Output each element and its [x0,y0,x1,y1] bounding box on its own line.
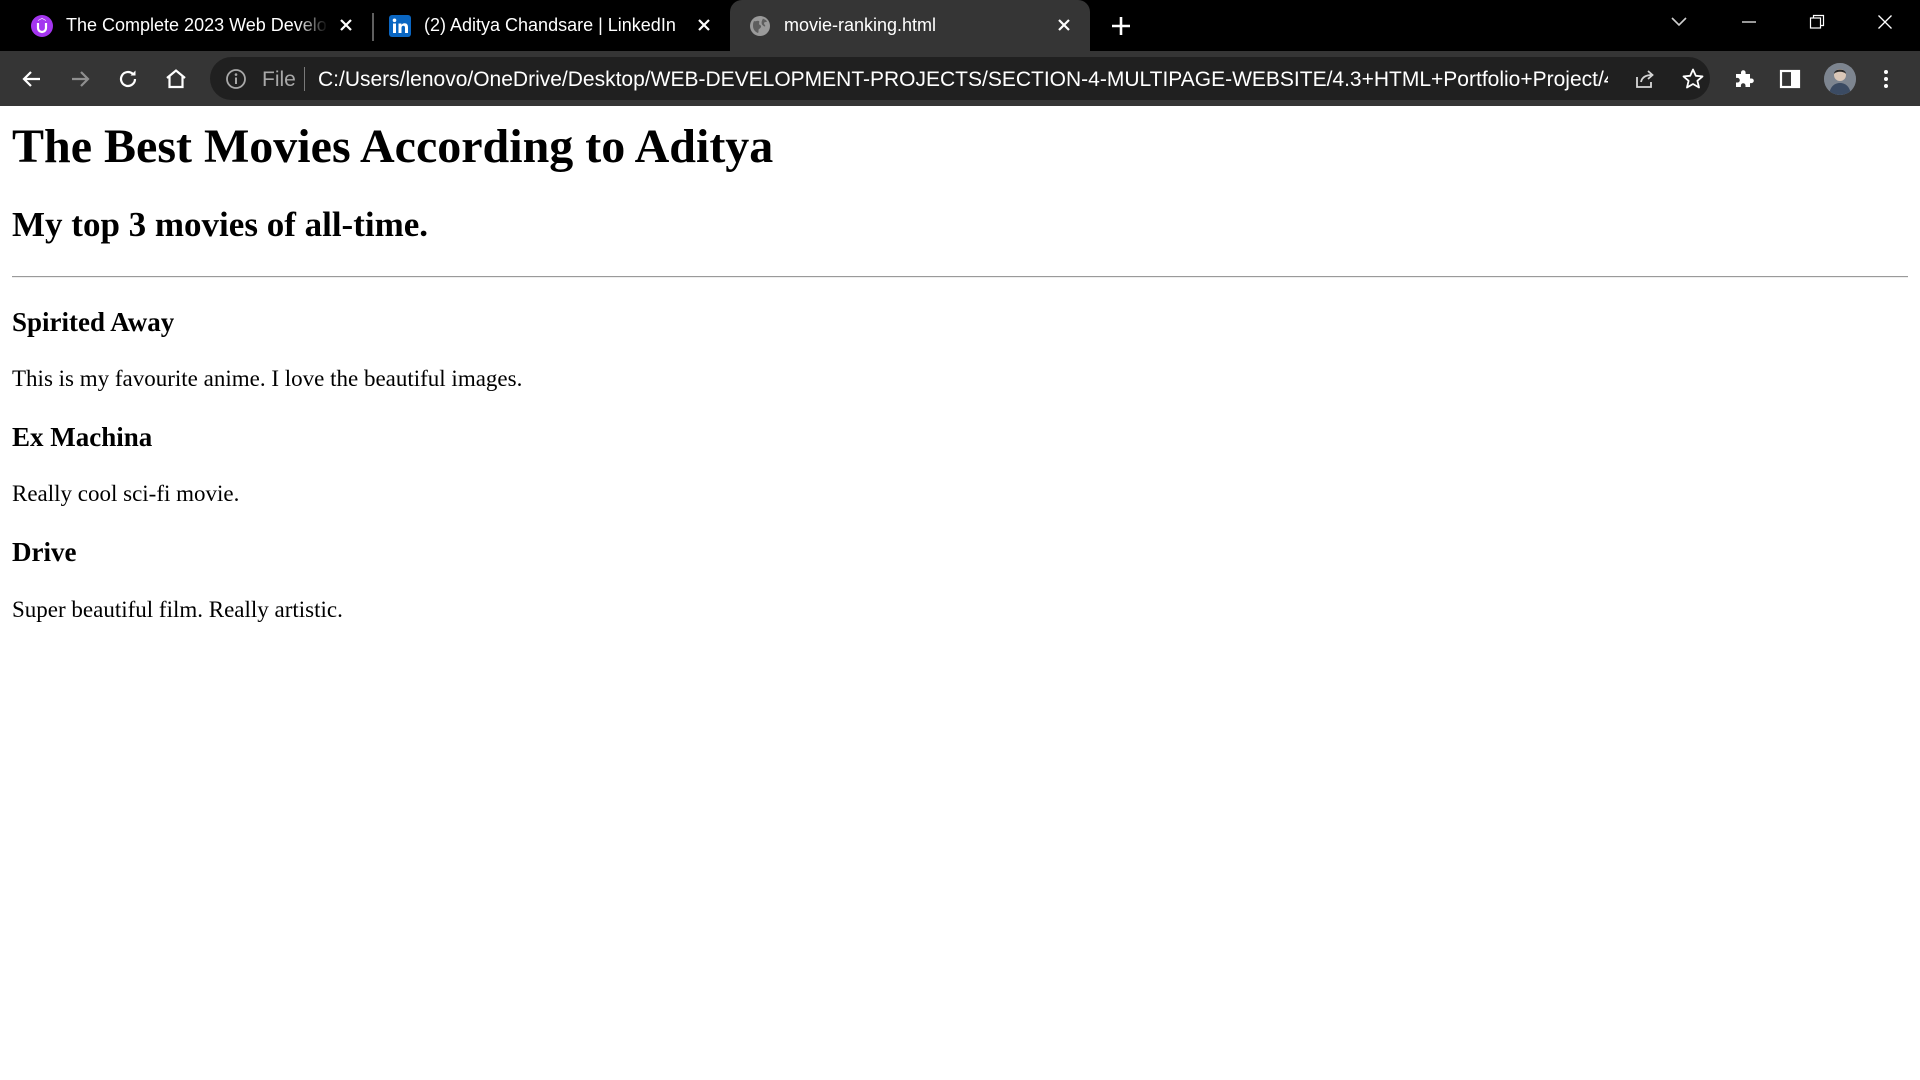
scheme-label: File [262,68,296,91]
share-icon[interactable] [1630,64,1660,94]
close-tab-icon[interactable] [692,13,716,37]
tab-linkedin[interactable]: (2) Aditya Chandsare | LinkedIn [378,0,730,51]
profile-avatar[interactable] [1824,63,1856,95]
address-divider [304,67,305,91]
tab-strip: The Complete 2023 Web Development (2) Ad… [0,0,1920,51]
side-panel-icon [1779,69,1801,89]
arrow-right-icon [72,71,90,87]
movie-description: Really cool sci-fi movie. [12,481,240,506]
reload-button[interactable] [112,63,144,95]
arrow-left-icon [22,71,40,87]
tab-title: (2) Aditya Chandsare | LinkedIn [424,15,676,35]
tab-title: movie-ranking.html [784,15,937,35]
restore-button[interactable] [1782,0,1852,44]
page-content: The Best Movies According to Aditya My t… [0,106,1920,1080]
info-icon[interactable] [224,67,248,91]
puzzle-icon [1736,70,1754,87]
tab-search-button[interactable] [1644,0,1714,44]
home-button[interactable] [160,63,192,95]
url-text[interactable]: C:/Users/lenovo/OneDrive/Desktop/WEB-DEV… [318,68,1608,92]
globe-icon [748,14,772,38]
kebab-menu-icon [1884,70,1888,88]
movie-title: Ex Machina [12,422,153,452]
linkedin-icon [388,14,412,38]
close-window-button[interactable] [1850,0,1920,44]
restore-icon [1809,14,1825,29]
divider [12,276,1908,278]
reload-icon [119,70,137,88]
extensions-button[interactable] [1728,63,1760,95]
udemy-icon [30,14,54,38]
close-tab-icon[interactable] [1052,13,1076,37]
home-icon [166,69,186,89]
tab-udemy-course[interactable]: The Complete 2023 Web Development [20,0,372,51]
address-bar[interactable]: File C:/Users/lenovo/OneDrive/Desktop/WE… [210,57,1710,100]
back-button[interactable] [16,63,48,95]
movie-title: Spirited Away [12,307,175,337]
browser-toolbar: File C:/Users/lenovo/OneDrive/Desktop/WE… [0,51,1920,106]
plus-icon [1112,17,1130,35]
close-tab-icon[interactable] [334,13,358,37]
minimize-icon [1742,21,1756,23]
chevron-down-icon [1671,17,1687,27]
movie-description: This is my favourite anime. I love the b… [12,366,523,391]
profile-picture [1824,63,1856,95]
side-panel-button[interactable] [1774,63,1806,95]
menu-button[interactable] [1870,63,1902,95]
tab-movie-ranking[interactable]: movie-ranking.html [730,0,1090,51]
minimize-button[interactable] [1714,0,1784,44]
star-icon[interactable] [1678,64,1708,94]
new-tab-button[interactable] [1106,11,1136,41]
movie-title: Drive [12,537,77,567]
movie-description: Super beautiful film. Really artistic. [12,597,343,622]
forward-button[interactable] [64,63,96,95]
page-title: The Best Movies According to Aditya [12,120,774,173]
tab-title: The Complete 2023 Web Development [66,15,328,35]
close-icon [1878,15,1892,29]
tab-separator [372,13,374,41]
page-subtitle: My top 3 movies of all-time. [12,205,429,244]
